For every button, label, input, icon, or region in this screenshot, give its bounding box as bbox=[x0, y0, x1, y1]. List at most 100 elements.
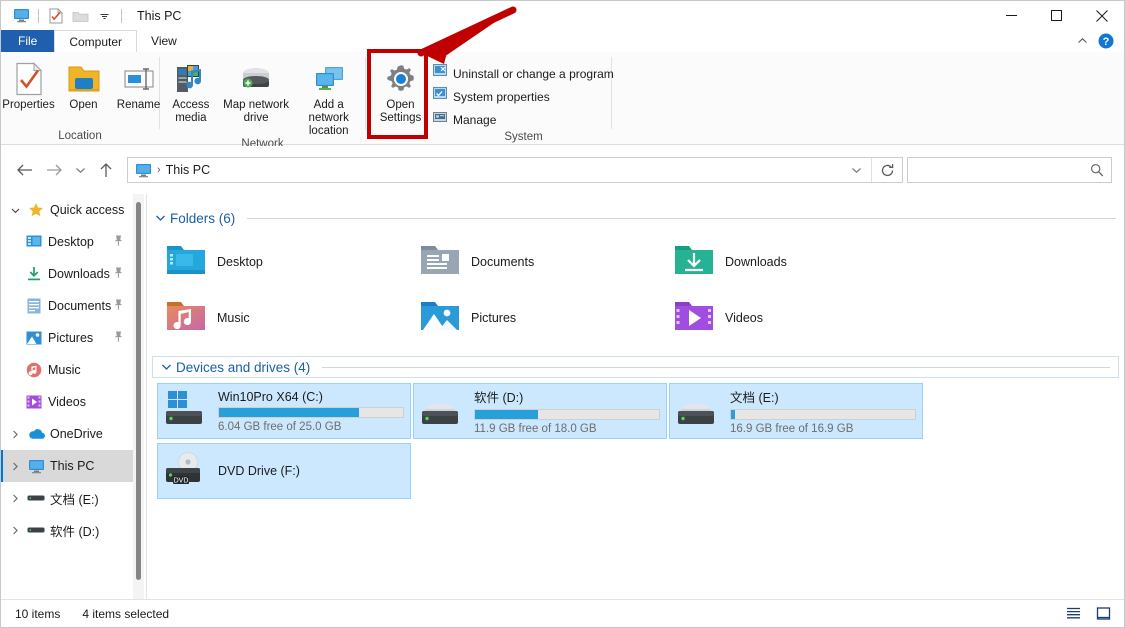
address-bar-actions bbox=[841, 158, 902, 182]
breadcrumb-separator[interactable]: › bbox=[155, 164, 163, 176]
folder-icon[interactable] bbox=[68, 5, 92, 27]
capacity-bar bbox=[730, 409, 916, 420]
drive-item-d[interactable]: 软件 (D:) 11.9 GB free of 18.0 GB bbox=[413, 383, 667, 439]
access-media-button[interactable]: Access media bbox=[162, 57, 220, 125]
recent-locations-button[interactable] bbox=[69, 155, 91, 185]
back-button[interactable] bbox=[9, 155, 39, 185]
properties-button[interactable]: Properties bbox=[1, 57, 56, 112]
folder-item-desktop[interactable]: Desktop bbox=[159, 234, 413, 290]
chevron-right-icon[interactable] bbox=[5, 430, 25, 439]
address-bar[interactable]: › This PC bbox=[127, 157, 903, 183]
drive-item-c[interactable]: Win10Pro X64 (C:) 6.04 GB free of 25.0 G… bbox=[157, 383, 411, 439]
large-icons-view-icon[interactable] bbox=[1092, 604, 1114, 624]
sidebar-item-label: Documents bbox=[48, 299, 111, 313]
this-pc-icon bbox=[25, 459, 47, 474]
folder-item-pictures[interactable]: Pictures bbox=[413, 290, 667, 346]
title-bar: This PC bbox=[1, 1, 1124, 30]
tab-computer[interactable]: Computer bbox=[54, 30, 137, 52]
this-pc-icon[interactable] bbox=[135, 163, 152, 178]
chevron-up-icon[interactable] bbox=[1071, 31, 1093, 51]
minimize-button[interactable] bbox=[989, 1, 1034, 30]
drive-item-f[interactable]: DVD DVD Drive (F:) bbox=[157, 443, 411, 499]
chevron-right-icon[interactable] bbox=[5, 494, 25, 503]
navigation-tree: Quick access Desktop Downloads bbox=[1, 194, 138, 599]
sidebar-item-drive-d[interactable]: 软件 (D:) bbox=[1, 514, 138, 546]
forward-button[interactable] bbox=[39, 155, 69, 185]
system-properties-item[interactable]: System properties bbox=[433, 87, 614, 106]
uninstall-program-item[interactable]: Uninstall or change a program bbox=[433, 64, 614, 83]
close-button[interactable] bbox=[1079, 1, 1124, 30]
add-network-location-button[interactable]: Add a network location bbox=[292, 57, 365, 138]
up-button[interactable] bbox=[91, 155, 121, 185]
ribbon-group-location: Properties Open bbox=[1, 52, 159, 145]
desktop-folder-icon bbox=[165, 242, 207, 283]
map-network-drive-button[interactable]: Map network drive bbox=[220, 57, 293, 125]
drive-free-space: 11.9 GB free of 18.0 GB bbox=[474, 423, 660, 435]
status-item-count: 10 items bbox=[15, 607, 60, 621]
this-pc-icon[interactable] bbox=[9, 5, 33, 27]
navigation-scrollbar[interactable] bbox=[133, 194, 144, 599]
rename-button[interactable]: Rename bbox=[111, 57, 166, 112]
file-explorer-window: This PC File Computer View ? bbox=[0, 0, 1125, 628]
pin-icon[interactable] bbox=[113, 267, 124, 282]
window-controls bbox=[989, 1, 1124, 30]
search-box[interactable] bbox=[907, 157, 1112, 183]
help-icon[interactable]: ? bbox=[1095, 31, 1117, 51]
search-icon[interactable] bbox=[1083, 163, 1111, 177]
section-rule bbox=[322, 367, 1110, 368]
properties-icon[interactable] bbox=[44, 5, 68, 27]
drive-name: 文档 (E:) bbox=[730, 387, 916, 406]
pin-icon[interactable] bbox=[113, 235, 124, 250]
open-button[interactable]: Open bbox=[56, 57, 111, 112]
chevron-right-icon[interactable] bbox=[5, 526, 25, 535]
properties-icon bbox=[14, 61, 44, 97]
folder-item-videos[interactable]: Videos bbox=[667, 290, 921, 346]
chevron-down-icon[interactable] bbox=[155, 209, 166, 227]
pin-icon[interactable] bbox=[113, 331, 124, 346]
sidebar-item-documents[interactable]: Documents bbox=[1, 290, 138, 322]
drives-section-header[interactable]: Devices and drives (4) bbox=[152, 356, 1119, 378]
drive-item-e[interactable]: 文档 (E:) 16.9 GB free of 16.9 GB bbox=[669, 383, 923, 439]
hard-drive-icon bbox=[420, 389, 466, 433]
open-settings-button[interactable]: Open Settings bbox=[373, 57, 428, 125]
chevron-down-icon[interactable] bbox=[161, 358, 172, 376]
chevron-down-icon[interactable] bbox=[5, 207, 25, 214]
sidebar-item-downloads[interactable]: Downloads bbox=[1, 258, 138, 290]
ribbon-button-label: Access media bbox=[172, 99, 209, 125]
divider bbox=[38, 9, 39, 23]
sidebar-item-drive-e[interactable]: 文档 (E:) bbox=[1, 482, 138, 514]
ribbon: Properties Open bbox=[1, 52, 1124, 145]
folder-item-music[interactable]: Music bbox=[159, 290, 413, 346]
manage-item[interactable]: Manage bbox=[433, 110, 614, 129]
folders-section-header[interactable]: Folders (6) bbox=[147, 206, 1124, 230]
address-dropdown-button[interactable] bbox=[841, 158, 871, 182]
sidebar-item-quick-access[interactable]: Quick access bbox=[1, 194, 138, 226]
drive-free-space: 6.04 GB free of 25.0 GB bbox=[218, 421, 404, 433]
section-rule bbox=[247, 218, 1116, 219]
dropdown-caret-icon[interactable] bbox=[92, 5, 116, 27]
sidebar-item-onedrive[interactable]: OneDrive bbox=[1, 418, 138, 450]
chevron-right-icon[interactable] bbox=[5, 462, 25, 471]
sidebar-item-pictures[interactable]: Pictures bbox=[1, 322, 138, 354]
breadcrumb-item-this-pc[interactable]: This PC bbox=[166, 163, 210, 177]
folder-item-documents[interactable]: Documents bbox=[413, 234, 667, 290]
folder-name: Pictures bbox=[471, 311, 516, 325]
tab-view[interactable]: View bbox=[137, 30, 191, 52]
access-media-icon bbox=[174, 61, 208, 97]
sidebar-item-desktop[interactable]: Desktop bbox=[1, 226, 138, 258]
documents-folder-icon bbox=[419, 242, 461, 283]
drive-info: DVD Drive (F:) bbox=[218, 464, 404, 478]
sidebar-item-music[interactable]: Music bbox=[1, 354, 138, 386]
sidebar-item-videos[interactable]: Videos bbox=[1, 386, 138, 418]
details-view-icon[interactable] bbox=[1062, 604, 1084, 624]
scrollbar-thumb[interactable] bbox=[136, 202, 141, 580]
search-input[interactable] bbox=[908, 163, 1083, 177]
folder-item-downloads[interactable]: Downloads bbox=[667, 234, 921, 290]
pin-icon[interactable] bbox=[113, 299, 124, 314]
section-title: Devices and drives (4) bbox=[176, 360, 310, 375]
tab-file[interactable]: File bbox=[1, 30, 54, 52]
maximize-button[interactable] bbox=[1034, 1, 1079, 30]
ribbon-button-label: Map network drive bbox=[223, 99, 289, 125]
sidebar-item-this-pc[interactable]: This PC bbox=[1, 450, 138, 482]
refresh-button[interactable] bbox=[872, 158, 902, 182]
